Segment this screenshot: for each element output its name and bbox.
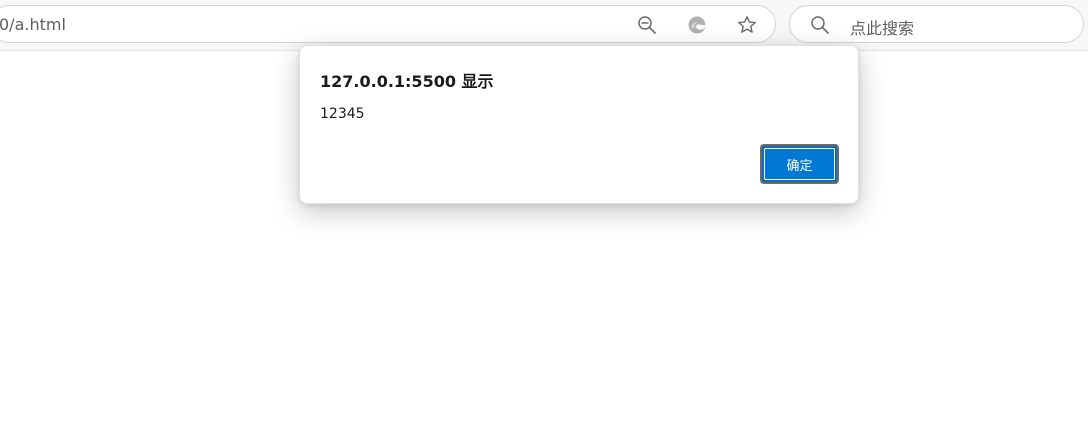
- zoom-out-icon[interactable]: [637, 15, 657, 35]
- address-bar[interactable]: 0/a.html: [0, 5, 776, 43]
- dialog-title: 127.0.0.1:5500 显示: [320, 72, 494, 91]
- search-icon: [810, 15, 830, 35]
- dialog-message: 12345: [320, 106, 365, 122]
- search-box[interactable]: 点此搜索: [789, 5, 1084, 43]
- ok-button[interactable]: 确定: [760, 144, 839, 184]
- alert-dialog: 127.0.0.1:5500 显示 12345 确定: [299, 45, 859, 204]
- ok-button-label: 确定: [764, 148, 835, 180]
- address-url[interactable]: 0/a.html: [0, 15, 66, 34]
- edge-icon[interactable]: [687, 15, 707, 35]
- favorite-star-icon[interactable]: [737, 15, 757, 35]
- search-placeholder[interactable]: 点此搜索: [850, 15, 914, 39]
- browser-toolbar: 0/a.html 点此搜索: [0, 0, 1088, 51]
